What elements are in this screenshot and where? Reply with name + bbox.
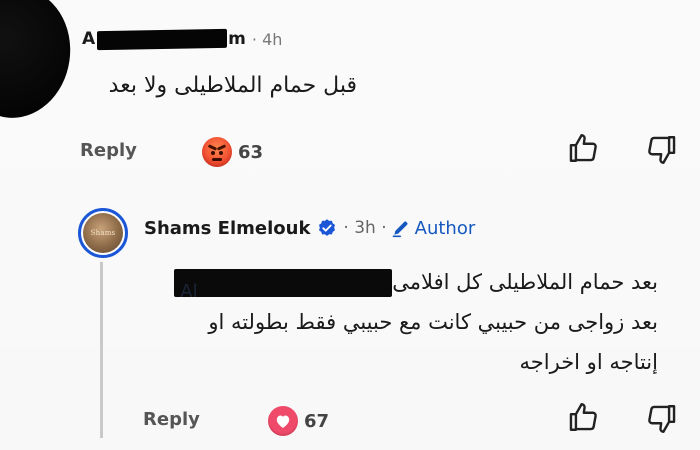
comment-text: قبل حمام الملاطيلى ولا بعد [108,73,357,98]
reply-text-line-3: إنتاجه او اخراجه [519,350,658,374]
reply-thumbs-down-icon[interactable] [645,402,679,436]
verified-check-icon [319,219,336,236]
reply-author-name[interactable]: Shams Elmelouk [144,218,310,239]
love-reaction-icon [268,406,298,436]
reply-header: Shams Elmelouk · 3h · Author [144,214,475,242]
reply-thumbs-up-icon[interactable] [566,400,600,434]
reply-timestamp: · 3h · [343,218,387,238]
author-badge-label: Author [414,217,476,239]
comment-author-first[interactable]: A [82,29,95,49]
comment-author-last[interactable]: m [228,29,246,49]
reply-reaction-summary[interactable]: 67 [268,406,329,436]
redacted-mention[interactable]: Al [174,269,393,302]
reply-line-1-text: بعد حمام الملاطيلى كل افلامى [392,270,658,294]
reply-text-line-1: بعد حمام الملاطيلى كل افلامى Al [98,262,658,302]
comment-timestamp: · 4h [251,29,283,49]
reaction-count: 63 [238,141,264,163]
pencil-icon [392,221,408,238]
angry-reaction-icon [202,137,232,167]
reply-text: بعد حمام الملاطيلى كل افلامى Al بعد زواجى… [98,262,658,382]
reply-button-2[interactable]: Reply [143,409,200,430]
author-avatar-image: Shams [83,213,123,253]
avatar[interactable] [0,0,79,126]
avatar-label: Shams [90,229,116,237]
reply-reaction-count: 67 [304,410,330,432]
thumbs-up-icon[interactable] [566,131,600,165]
author-badge: Author [391,217,476,239]
author-avatar[interactable]: Shams [78,208,128,258]
redaction-bar [97,28,228,50]
thumbs-down-icon[interactable] [645,133,679,167]
reply-button[interactable]: Reply [80,140,137,161]
reaction-summary[interactable]: 63 [202,137,263,167]
mention-ghost-text: Al [180,281,198,302]
heart-icon [276,415,290,428]
comment-header: A m · 4h [82,27,282,51]
